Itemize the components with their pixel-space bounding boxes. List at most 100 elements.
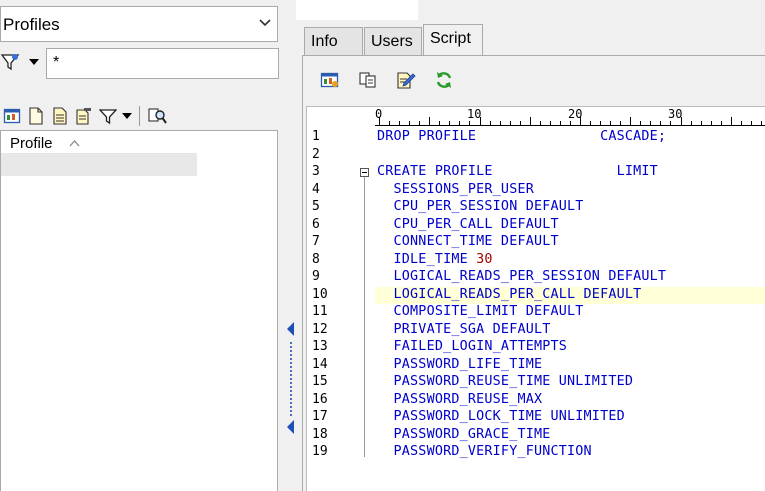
ruler-tick — [640, 121, 642, 125]
tab-info-label: Info — [311, 33, 338, 50]
line-number: 3 — [312, 164, 320, 179]
tree-view-icon — [3, 108, 21, 124]
filter-icon — [99, 109, 117, 125]
script-editor[interactable]: 0 10 20 30 1 DROP PROFILE CASCADE; 2 3 CREAT… — [306, 106, 765, 491]
tree-view-button[interactable] — [0, 104, 24, 128]
dropdown-arrow-icon — [122, 113, 132, 119]
copy-document-icon — [53, 107, 67, 125]
collapse-left-icon-2 — [287, 420, 294, 434]
column-ruler: 0 10 20 30 — [375, 107, 765, 127]
find-object-button[interactable] — [145, 104, 169, 128]
ruler-tick — [419, 121, 421, 125]
code-line: PRIVATE_SGA DEFAULT — [377, 321, 551, 337]
ruler-tick — [399, 121, 401, 125]
line-number: 9 — [312, 269, 320, 284]
ruler-tick — [409, 121, 411, 125]
ruler-tick — [439, 121, 441, 125]
ruler-tick — [600, 121, 602, 125]
ruler-tick — [660, 121, 662, 125]
filter-funnel-icon[interactable] — [0, 52, 22, 72]
code-line: CPU_PER_SESSION DEFAULT — [377, 199, 584, 214]
ruler-tick — [750, 121, 752, 125]
panel-splitter[interactable] — [284, 310, 298, 440]
edit-object-button[interactable] — [72, 104, 96, 128]
ruler-tick — [459, 121, 461, 125]
tab-info[interactable]: Info — [304, 27, 363, 55]
ruler-tick — [569, 121, 571, 125]
line-number: 7 — [312, 234, 320, 249]
profile-column-header[interactable]: Profile — [1, 131, 197, 154]
ruler-tick — [740, 121, 742, 125]
code-line: CREATE PROFILE LIMIT — [377, 164, 658, 179]
copy-icon — [359, 72, 376, 88]
ruler-tick — [760, 121, 762, 125]
line-number: 16 — [312, 391, 328, 407]
tab-users[interactable]: Users — [364, 27, 422, 55]
code-line: COMPOSITE_LIMIT DEFAULT — [377, 304, 584, 319]
toolbar-separator — [139, 106, 140, 126]
code-line: PASSWORD_REUSE_MAX — [377, 391, 543, 407]
tab-script[interactable]: Script — [423, 24, 483, 56]
ruler-tick — [549, 121, 551, 125]
ruler-tick — [389, 121, 391, 125]
ruler-tick — [620, 121, 622, 125]
collapse-left-icon — [287, 322, 294, 336]
ruler-tick — [670, 121, 672, 125]
filter-input[interactable]: * — [46, 48, 279, 79]
object-type-dropdown[interactable]: Profiles — [0, 6, 278, 42]
code-line: PASSWORD_GRACE_TIME — [377, 426, 551, 442]
fold-guide-line — [364, 177, 365, 457]
edit-script-button[interactable] — [394, 68, 418, 92]
new-document-icon — [29, 107, 43, 125]
ruler-tick — [590, 121, 592, 125]
profile-list[interactable]: Profile — [0, 130, 278, 491]
code-line: PASSWORD_LIFE_TIME — [377, 356, 543, 372]
code-line: PASSWORD_REUSE_TIME UNLIMITED — [377, 374, 634, 389]
ruler-tick — [529, 117, 531, 125]
list-item[interactable] — [1, 154, 197, 176]
script-toolbar — [318, 66, 456, 94]
line-number: 12 — [312, 321, 328, 337]
ruler-tick — [650, 121, 652, 125]
tab-users-label: Users — [371, 33, 413, 50]
filter-dropdown-arrow-icon[interactable] — [28, 58, 40, 66]
ruler-tick — [720, 121, 722, 125]
filter-options-button[interactable] — [120, 104, 134, 128]
new-object-button[interactable] — [24, 104, 48, 128]
object-list-toolbar — [0, 104, 169, 128]
ruler-tick — [509, 121, 511, 125]
refresh-button[interactable] — [432, 68, 456, 92]
ruler-tick — [519, 121, 521, 125]
edit-pencil-icon — [397, 72, 416, 89]
line-number: 17 — [312, 409, 328, 424]
edit-document-icon — [76, 108, 91, 125]
line-number: 6 — [312, 216, 320, 232]
ruler-tick — [610, 121, 612, 125]
code-line: SESSIONS_PER_USER — [377, 181, 534, 197]
code-line: CONNECT_TIME DEFAULT — [377, 234, 559, 249]
ruler-tick — [630, 117, 632, 125]
filter-button[interactable] — [96, 104, 120, 128]
code-line: IDLE_TIME 30 — [377, 251, 493, 267]
line-number: 10 — [312, 286, 328, 302]
ruler-tick — [700, 121, 702, 125]
line-number: 8 — [312, 251, 320, 267]
ruler-tick — [479, 117, 481, 125]
fold-collapse-icon[interactable] — [360, 168, 369, 177]
ruler-tick — [449, 121, 451, 125]
ruler-tick — [730, 117, 732, 125]
code-line: LOGICAL_READS_PER_SESSION DEFAULT — [377, 269, 667, 284]
ruler-tick — [429, 117, 431, 125]
line-number: 11 — [312, 304, 328, 319]
line-number: 5 — [312, 199, 320, 214]
ruler-tick — [580, 117, 581, 125]
ruler-tick — [680, 117, 682, 125]
code-line: DROP PROFILE CASCADE; — [377, 129, 667, 144]
ruler-tick — [489, 121, 491, 125]
copy-script-button[interactable] — [356, 68, 380, 92]
ruler-tick — [469, 121, 471, 125]
open-in-editor-button[interactable] — [318, 68, 342, 92]
copy-object-button[interactable] — [48, 104, 72, 128]
code-line: PASSWORD_VERIFY_FUNCTION — [377, 444, 592, 459]
line-number: 18 — [312, 426, 328, 442]
